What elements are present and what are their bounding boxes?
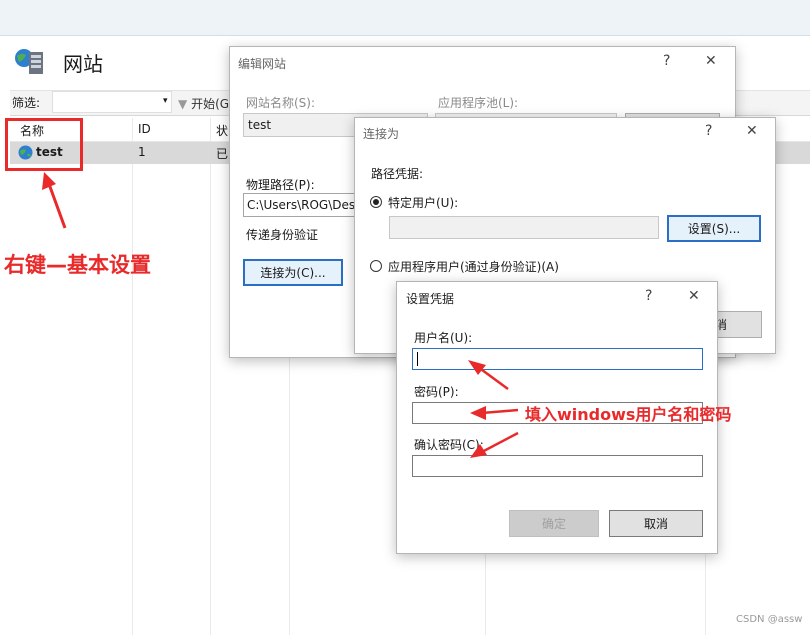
row-id: 1 xyxy=(138,145,146,159)
ok-button[interactable]: 确定 xyxy=(509,510,599,537)
column-header-status[interactable]: 状 xyxy=(216,122,228,139)
confirm-password-input[interactable] xyxy=(412,455,703,477)
connect-as-button[interactable]: 连接为(C)... xyxy=(243,259,343,286)
specific-user-label: 特定用户(U): xyxy=(388,196,459,210)
row-status: 已 xyxy=(216,147,229,161)
annotation-arrow xyxy=(42,172,67,229)
specific-user-field[interactable] xyxy=(389,216,659,239)
column-header-id[interactable]: ID xyxy=(138,122,151,136)
help-button[interactable]: ? xyxy=(645,288,652,304)
column-divider xyxy=(132,118,133,635)
connect-as-title: 连接为 xyxy=(363,127,400,141)
window-top-strip xyxy=(0,0,810,36)
specific-user-radio[interactable] xyxy=(370,196,382,208)
filter-start-button[interactable]: ▼ 开始(G xyxy=(178,95,229,112)
pass-auth-label: 传递身份验证 xyxy=(246,228,319,242)
cancel-button[interactable]: 取消 xyxy=(609,510,703,537)
filter-label: 筛选: xyxy=(12,96,41,110)
filter-input[interactable] xyxy=(52,91,172,113)
highlight-box xyxy=(5,118,83,171)
edit-site-title: 编辑网站 xyxy=(238,57,287,71)
text-caret xyxy=(417,352,418,366)
help-button[interactable]: ? xyxy=(705,123,712,139)
physical-path-field[interactable]: C:\Users\ROG\Desk xyxy=(243,193,363,217)
annotation-right-click: 右键—基本设置 xyxy=(4,253,151,277)
page-title: 网站 xyxy=(63,52,103,76)
app-user-radio[interactable] xyxy=(370,260,382,272)
site-name-label: 网站名称(S): xyxy=(246,96,316,110)
password-label: 密码(P): xyxy=(414,385,459,399)
column-divider xyxy=(210,118,211,635)
filter-dropdown-icon[interactable]: ▾ xyxy=(163,96,168,106)
path-credentials-label: 路径凭据: xyxy=(371,167,424,181)
settings-button[interactable]: 设置(S)... xyxy=(667,215,761,242)
username-label: 用户名(U): xyxy=(414,331,473,345)
annotation-fill-credentials: 填入windows用户名和密码 xyxy=(525,405,732,424)
close-icon[interactable]: ✕ xyxy=(705,53,717,69)
sites-icon xyxy=(14,46,46,76)
physical-path-label: 物理路径(P): xyxy=(246,178,315,192)
username-input[interactable] xyxy=(412,348,703,370)
filter-funnel-icon: ▼ xyxy=(178,97,188,111)
close-icon[interactable]: ✕ xyxy=(746,123,758,139)
filter-start-label: 开始(G xyxy=(191,97,230,111)
app-pool-label: 应用程序池(L): xyxy=(438,96,519,110)
physical-path-value: C:\Users\ROG\Desk xyxy=(247,198,361,212)
app-user-label: 应用程序用户(通过身份验证)(A) xyxy=(388,260,559,274)
close-icon[interactable]: ✕ xyxy=(688,288,700,304)
set-credentials-title: 设置凭据 xyxy=(406,292,455,306)
help-button[interactable]: ? xyxy=(663,53,670,69)
watermark: CSDN @assw xyxy=(736,614,803,625)
site-name-value: test xyxy=(248,118,272,132)
